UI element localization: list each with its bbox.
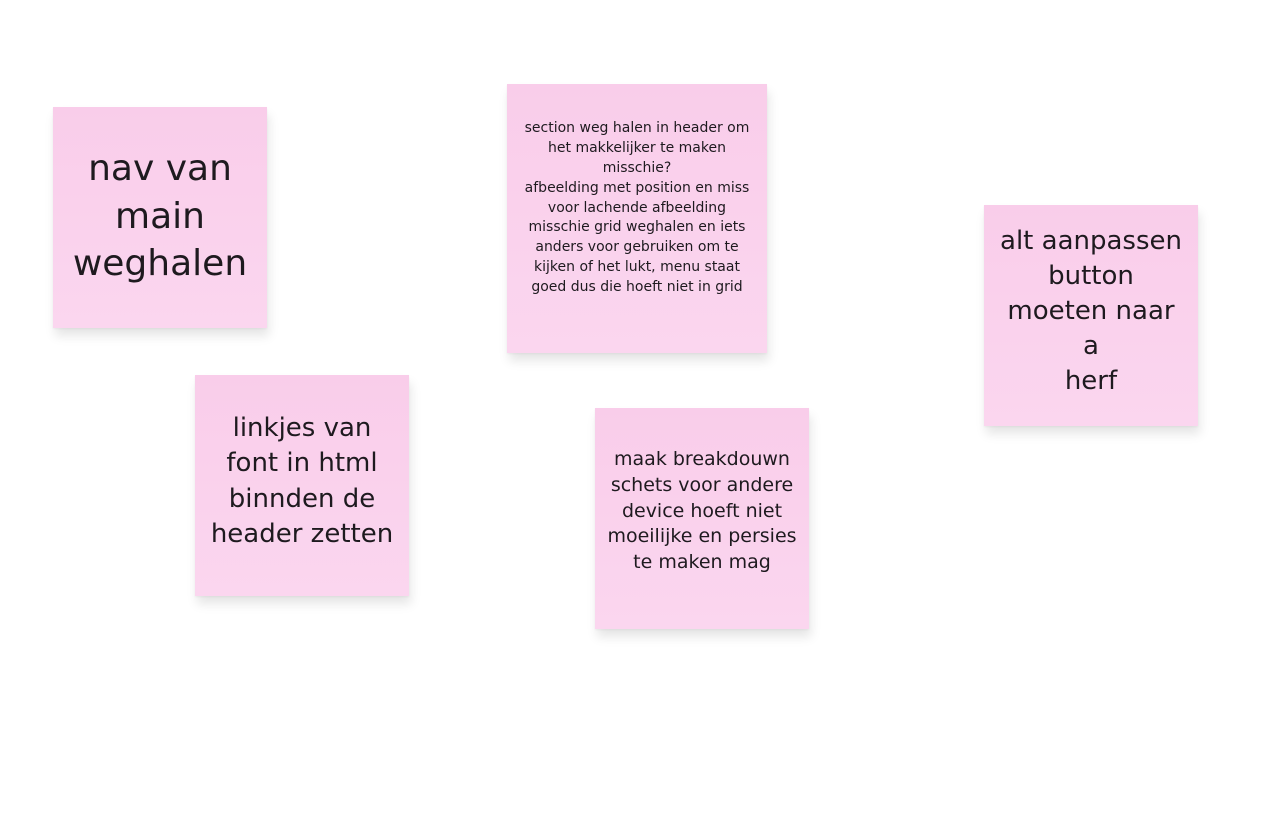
sticky-note-section-weg-halen[interactable]: section weg halen in header om het makke… bbox=[507, 84, 767, 353]
whiteboard-canvas[interactable]: nav van main weghalen section weg halen … bbox=[0, 0, 1285, 813]
sticky-note-nav-van-main[interactable]: nav van main weghalen bbox=[53, 107, 267, 328]
sticky-note-text: section weg halen in header om het makke… bbox=[524, 120, 750, 296]
sticky-note-maak-breakdouwn[interactable]: maak breakdouwn schets voor andere devic… bbox=[595, 408, 809, 629]
sticky-note-linkjes-van-font[interactable]: linkjes van font in html binnden de head… bbox=[195, 375, 409, 596]
sticky-note-text: maak breakdouwn schets voor andere devic… bbox=[607, 447, 797, 574]
sticky-note-alt-aanpassen[interactable]: alt aanpassen button moeten naar a herf bbox=[984, 205, 1198, 426]
sticky-note-text: nav van main weghalen bbox=[72, 147, 248, 285]
sticky-note-text: linkjes van font in html binnden de head… bbox=[210, 413, 394, 549]
sticky-note-text: alt aanpassen button moeten naar a herf bbox=[1000, 225, 1182, 397]
